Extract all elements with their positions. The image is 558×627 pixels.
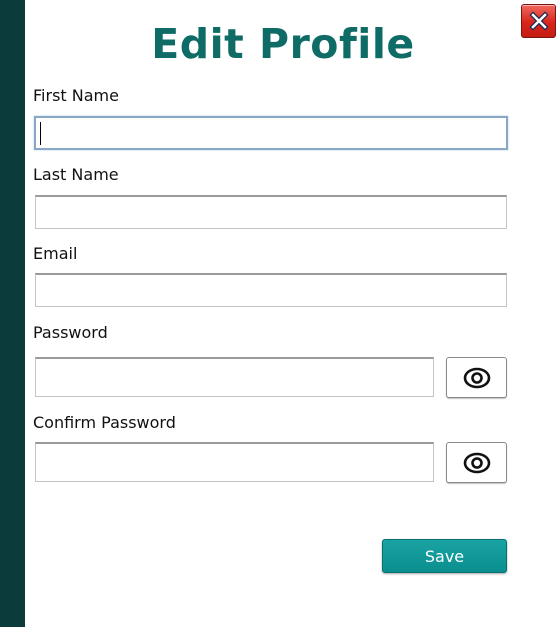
last-name-input[interactable] <box>35 195 507 229</box>
first-name-label: First Name <box>33 86 119 105</box>
last-name-label: Last Name <box>33 165 119 184</box>
show-confirm-password-button[interactable] <box>446 442 507 483</box>
text-caret <box>40 122 41 145</box>
email-label: Email <box>33 244 78 263</box>
email-input[interactable] <box>35 273 507 307</box>
save-button[interactable]: Save <box>382 539 507 573</box>
show-password-button[interactable] <box>446 357 507 398</box>
password-input[interactable] <box>35 357 434 397</box>
side-strip <box>0 0 25 627</box>
edit-profile-window: Edit Profile First Name Last Name Email … <box>0 0 558 627</box>
confirm-password-label: Confirm Password <box>33 413 176 432</box>
eye-icon <box>463 452 490 473</box>
password-label: Password <box>33 323 108 342</box>
first-name-input[interactable] <box>34 116 508 150</box>
eye-icon <box>463 367 490 388</box>
confirm-password-input[interactable] <box>35 442 434 482</box>
page-title: Edit Profile <box>151 20 415 68</box>
